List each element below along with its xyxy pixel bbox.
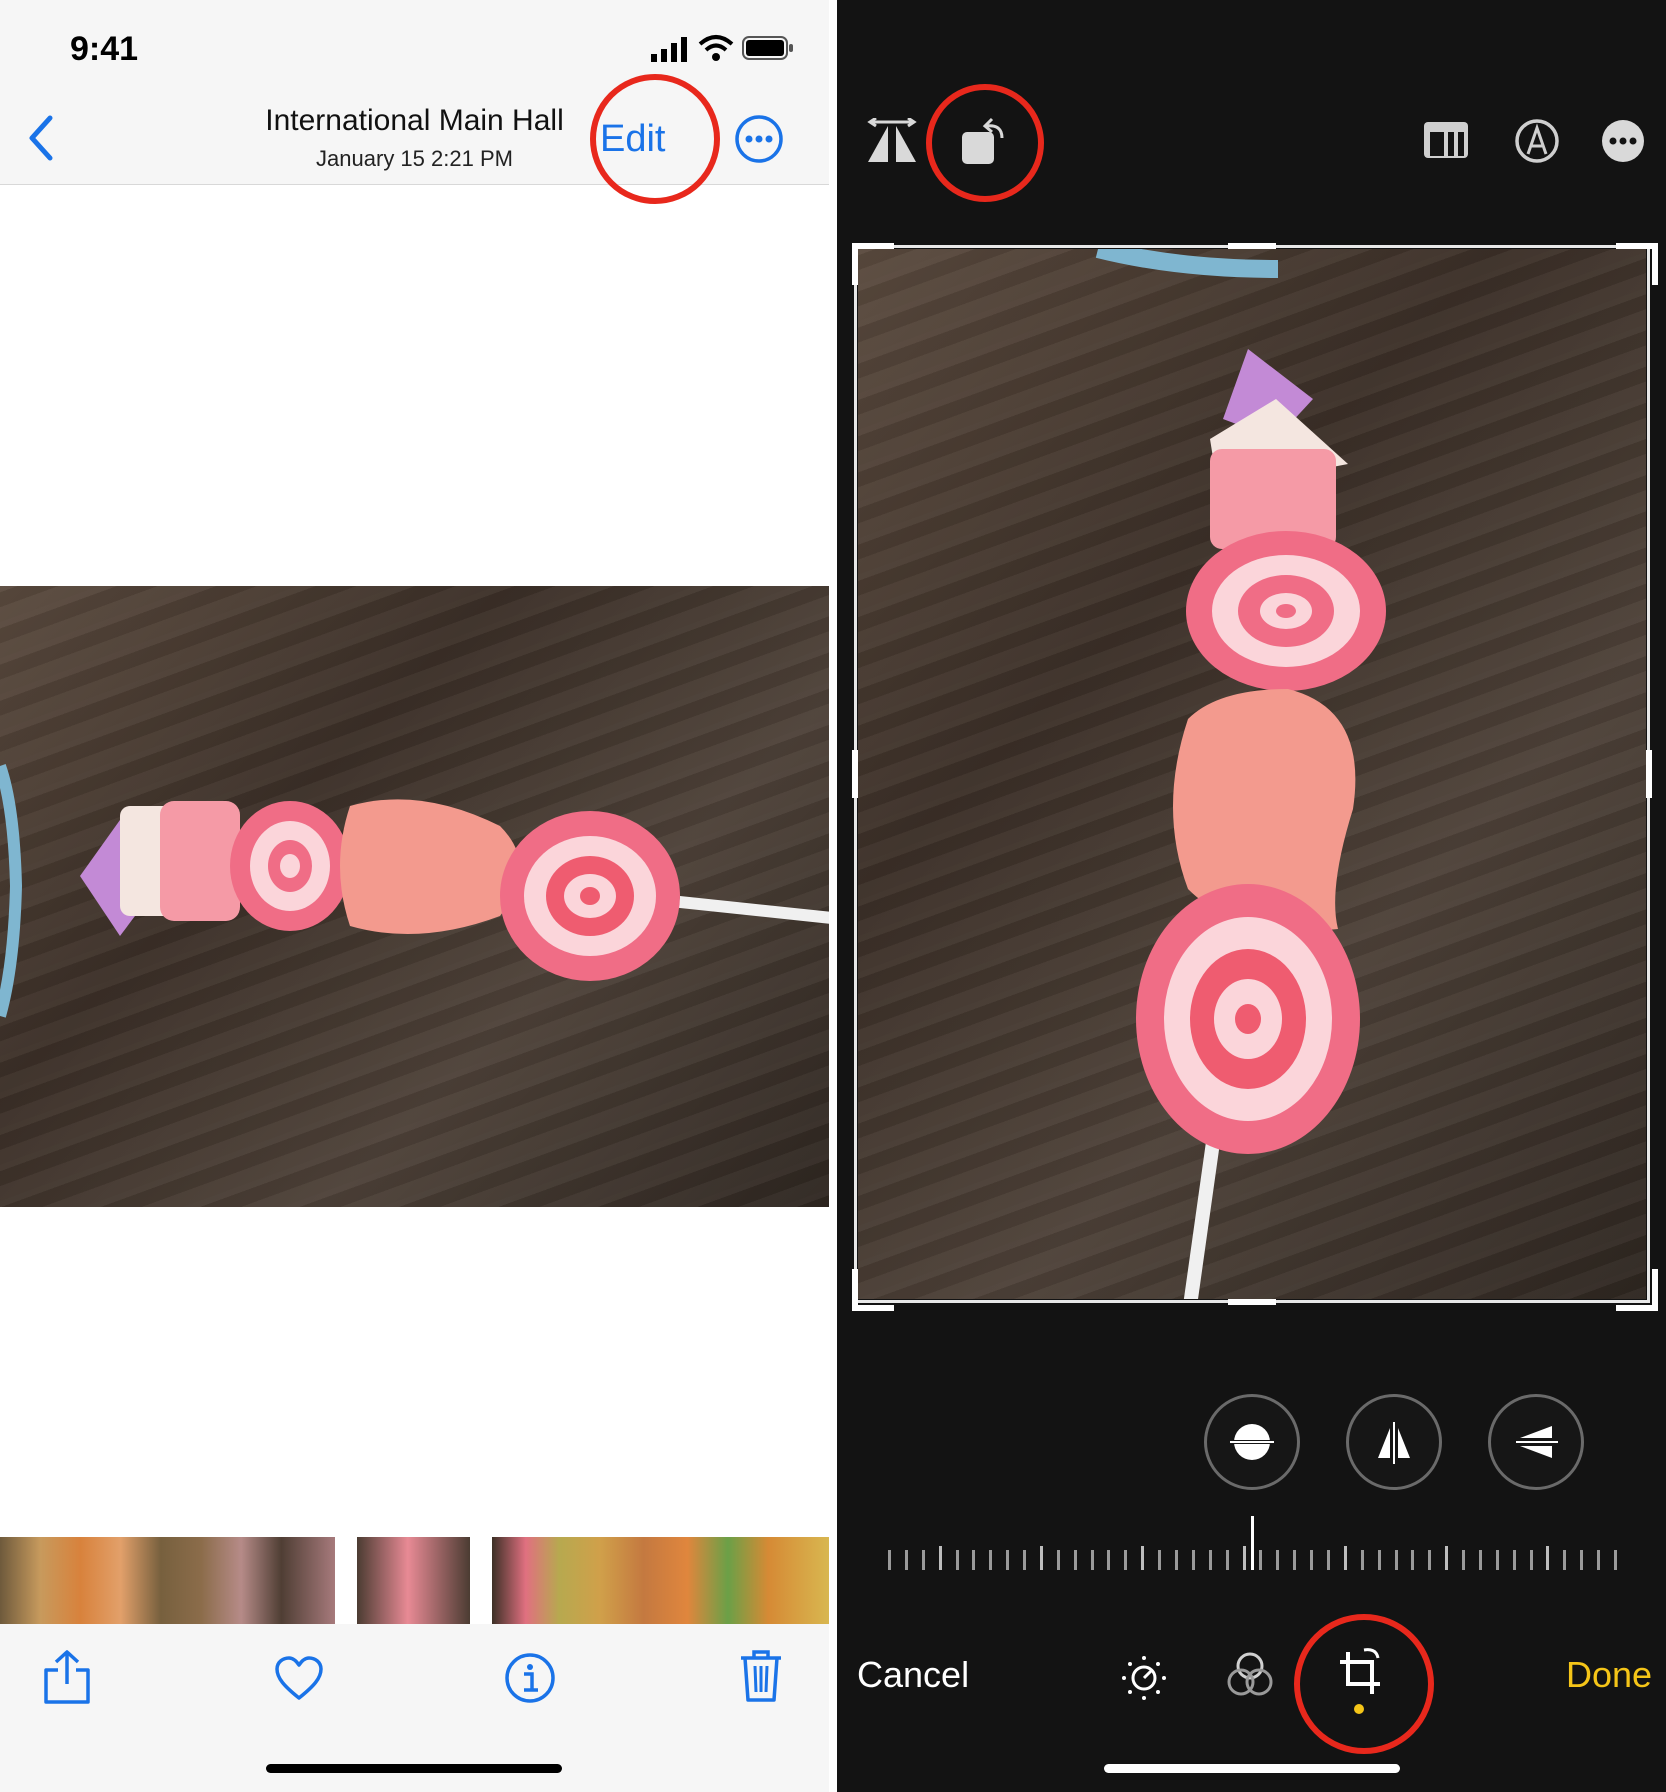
heart-icon[interactable]: [274, 1656, 324, 1702]
back-chevron-icon[interactable]: [24, 114, 56, 162]
dial-tick: [1243, 1546, 1246, 1570]
photo-date: January 15 2:21 PM: [316, 146, 513, 171]
dial-tick: [1479, 1550, 1482, 1570]
dial-tick: [888, 1550, 891, 1570]
dial-tick: [1124, 1550, 1127, 1570]
dial-tick: [956, 1550, 959, 1570]
dial-tick: [1040, 1546, 1043, 1570]
dial-tick: [1395, 1550, 1398, 1570]
straighten-button[interactable]: [1204, 1394, 1300, 1490]
vertical-perspective-icon: [1378, 1422, 1410, 1464]
dial-tick: [1158, 1550, 1161, 1570]
dial-tick: [1428, 1550, 1431, 1570]
dial-tick: [1226, 1550, 1229, 1570]
cancel-button[interactable]: Cancel: [857, 1654, 969, 1696]
dial-tick: [1496, 1550, 1499, 1570]
dial-tick: [972, 1550, 975, 1570]
dial-tick: [1327, 1550, 1330, 1570]
dial-tick: [1006, 1550, 1009, 1570]
info-icon[interactable]: [504, 1652, 556, 1704]
dial-tick: [922, 1550, 925, 1570]
crop-edge-handle[interactable]: [852, 750, 858, 798]
dial-tick: [1141, 1546, 1144, 1570]
crop-corner-handle[interactable]: [1616, 1269, 1658, 1311]
trash-icon[interactable]: [738, 1648, 784, 1704]
done-button[interactable]: Done: [1566, 1654, 1652, 1696]
status-time: 9:41: [70, 30, 139, 68]
thumbnail-strip[interactable]: [0, 1537, 829, 1624]
dial-tick: [1378, 1550, 1381, 1570]
edit-highlight-ring: [590, 74, 720, 204]
dial-tick: [1344, 1546, 1347, 1570]
crop-edge-handle[interactable]: [1646, 750, 1652, 798]
crop-corner-handle[interactable]: [1616, 243, 1658, 285]
dial-tick: [1293, 1550, 1296, 1570]
flip-icon[interactable]: [866, 118, 918, 166]
straighten-icon: [1228, 1424, 1276, 1460]
vertical-perspective-button[interactable]: [1346, 1394, 1442, 1490]
dial-tick: [1530, 1550, 1533, 1570]
dial-tick: [1023, 1550, 1026, 1570]
dial-tick: [1462, 1550, 1465, 1570]
crop-edge-handle[interactable]: [1228, 1299, 1276, 1305]
thumbnail-group[interactable]: [0, 1537, 335, 1624]
dial-tick: [1614, 1550, 1617, 1570]
crop-edge-handle[interactable]: [1228, 243, 1276, 249]
dial-tick: [989, 1550, 992, 1570]
signal-icon: [651, 37, 687, 62]
dial-tick: [1209, 1550, 1212, 1570]
dial-indicator: [1251, 1516, 1254, 1570]
home-indicator: [1104, 1764, 1400, 1773]
dial-tick: [1091, 1550, 1094, 1570]
crop-highlight-ring: [1294, 1614, 1434, 1754]
battery-icon: [742, 36, 793, 60]
dial-tick: [1597, 1550, 1600, 1570]
dial-tick: [1192, 1550, 1195, 1570]
dial-tick: [1310, 1550, 1313, 1570]
share-icon[interactable]: [42, 1648, 92, 1706]
horizontal-perspective-button[interactable]: [1488, 1394, 1584, 1490]
aspect-ratio-icon[interactable]: [1422, 120, 1470, 160]
dial-tick: [1107, 1550, 1110, 1570]
rotate-highlight-ring: [926, 84, 1044, 202]
dial-tick: [1276, 1550, 1279, 1570]
thumbnail-group[interactable]: [492, 1537, 829, 1624]
filters-icon[interactable]: [1226, 1650, 1274, 1702]
dial-tick: [1513, 1550, 1516, 1570]
markup-icon[interactable]: [1514, 118, 1560, 164]
dial-tick: [905, 1550, 908, 1570]
home-indicator: [266, 1764, 562, 1773]
dial-tick: [939, 1546, 942, 1570]
dial-tick: [1546, 1546, 1549, 1570]
dial-tick: [1563, 1550, 1566, 1570]
more-options-icon[interactable]: [734, 114, 784, 164]
dial-tick: [1411, 1550, 1414, 1570]
more-icon[interactable]: [1600, 118, 1646, 164]
dial-tick: [1361, 1550, 1364, 1570]
photo-image[interactable]: [0, 586, 829, 1207]
crop-frame[interactable]: [854, 245, 1650, 1303]
dial-tick: [1445, 1546, 1448, 1570]
dial-tick: [1580, 1550, 1583, 1570]
thumbnail-current[interactable]: [357, 1537, 470, 1624]
horizontal-perspective-icon: [1516, 1426, 1558, 1458]
dial-tick: [1057, 1550, 1060, 1570]
wifi-icon: [698, 35, 734, 61]
dial-tick: [1074, 1550, 1077, 1570]
dial-tick: [1175, 1550, 1178, 1570]
crop-corner-handle[interactable]: [852, 1269, 894, 1311]
dial-tick: [1259, 1550, 1262, 1570]
photo-viewer-screen: 9:41 International Main Hall January 15 …: [0, 0, 829, 1792]
adjust-icon[interactable]: [1118, 1652, 1170, 1704]
photo-title: International Main Hall: [265, 104, 564, 137]
crop-corner-handle[interactable]: [852, 243, 894, 285]
